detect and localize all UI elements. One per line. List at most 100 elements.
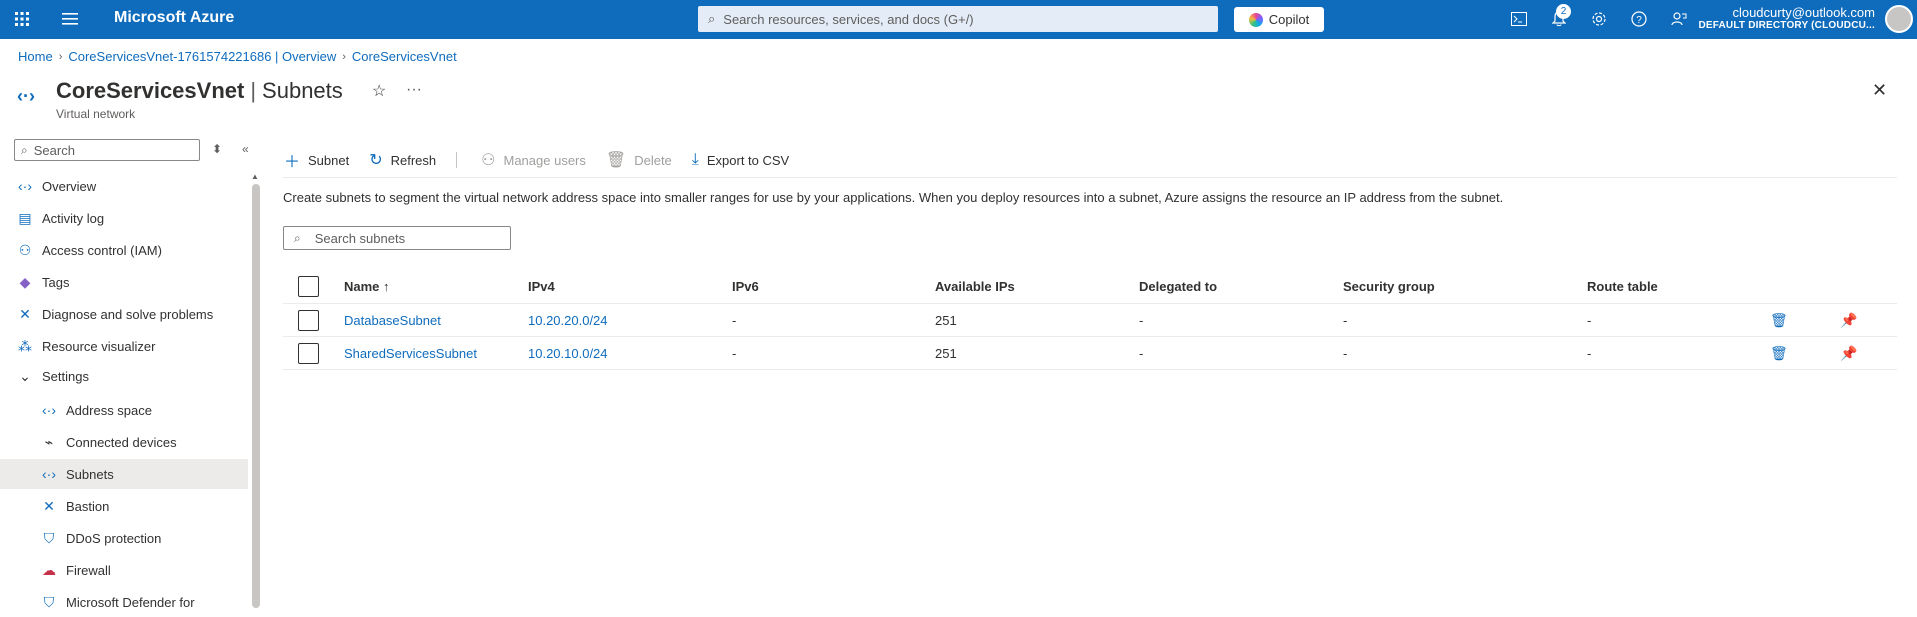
row-checkbox-cell — [298, 337, 319, 369]
sidebar-item-label: Microsoft Defender for — [66, 594, 195, 610]
scroll-up-icon[interactable]: ▲ — [251, 172, 259, 181]
sidebar-item-label: Firewall — [66, 562, 111, 578]
pin-icon[interactable]: 📌 — [1840, 337, 1857, 369]
sidebar-item-bastion[interactable]: ✕ Bastion — [0, 491, 248, 521]
settings-gear-icon[interactable] — [1587, 7, 1611, 31]
pin-icon[interactable]: 📌 — [1840, 304, 1857, 336]
table-row[interactable]: SharedServicesSubnet 10.20.10.0/24 - 251… — [283, 337, 1897, 370]
account-menu[interactable]: cloudcurty@outlook.com DEFAULT DIRECTORY… — [1698, 5, 1875, 31]
sidebar-item-subnets[interactable]: ‹·› Subnets — [0, 459, 248, 489]
sidebar-item-label: Overview — [42, 178, 97, 194]
subnet-search-placeholder: Search subnets — [314, 230, 406, 246]
sidebar-item-label: Resource visualizer — [42, 338, 156, 354]
refresh-button[interactable]: ↻ Refresh — [369, 150, 436, 170]
manage-users-label: Manage users — [503, 152, 586, 168]
ipv6-value: - — [732, 345, 737, 361]
sidebar-item-defender[interactable]: ⛉ Microsoft Defender for — [0, 587, 248, 617]
sidebar-item-iam[interactable]: ⚇ Access control (IAM) — [0, 235, 248, 265]
sidebar-item-label: Diagnose and solve problems — [42, 306, 214, 322]
menu-icon[interactable] — [58, 7, 82, 31]
row-checkbox[interactable] — [298, 342, 319, 364]
column-header-ipv6[interactable]: IPv6 — [732, 270, 759, 303]
subnet-name-link[interactable]: DatabaseSubnet — [344, 304, 441, 336]
brand-title[interactable]: Microsoft Azure — [114, 9, 234, 27]
sidebar-search-input[interactable]: ⌕ Search — [14, 139, 200, 161]
delete-row-icon[interactable]: 🗑 — [1770, 337, 1788, 369]
sidebar-scrollbar[interactable]: ▲ — [250, 172, 260, 608]
toolbar-divider — [456, 152, 458, 168]
vnet-icon: ‹·› — [42, 402, 56, 418]
sidebar-item-firewall[interactable]: ☁ Firewall — [0, 555, 248, 585]
sidebar-item-activity-log[interactable]: ▤ Activity log — [0, 203, 248, 233]
sidebar-item-tags[interactable]: ◆ Tags — [0, 267, 248, 297]
delete-button[interactable]: 🗑 Delete — [606, 150, 672, 170]
select-all-checkbox[interactable] — [298, 276, 319, 297]
search-icon: ⌕ — [294, 230, 301, 245]
column-header-name[interactable]: Name ↑ — [344, 270, 390, 303]
sidebar-item-label: DDoS protection — [66, 530, 162, 546]
route-table-value: - — [1587, 345, 1592, 361]
collapse-sidebar-icon[interactable]: « — [242, 142, 249, 156]
shield-icon: ⛉ — [43, 529, 55, 546]
breadcrumb-home[interactable]: Home — [18, 49, 53, 64]
help-icon[interactable]: ? — [1627, 7, 1651, 31]
close-icon[interactable]: ✕ — [1872, 80, 1887, 101]
visualizer-icon: ⁂ — [18, 337, 32, 354]
delete-row-icon[interactable]: 🗑 — [1770, 304, 1788, 336]
diagnose-icon: ✕ — [19, 305, 31, 322]
plug-icon: ⌁ — [44, 433, 54, 450]
sidebar-item-connected-devices[interactable]: ⌁ Connected devices — [0, 427, 248, 457]
iam-icon: ⚇ — [18, 241, 32, 258]
sidebar-item-overview[interactable]: ‹·› Overview — [0, 171, 248, 201]
app-launcher-icon[interactable] — [10, 7, 34, 31]
download-icon: ⤓ — [691, 151, 699, 168]
cloud-shell-icon[interactable] — [1507, 7, 1531, 31]
favorite-star-icon[interactable]: ☆ — [372, 81, 386, 101]
sidebar-item-resource-visualizer[interactable]: ⁂ Resource visualizer — [0, 331, 248, 361]
export-csv-button[interactable]: ⤓ Export to CSV — [692, 151, 789, 169]
manage-users-button[interactable]: ⚇ Manage users — [481, 150, 586, 170]
vnet-icon: ‹·› — [18, 178, 32, 194]
search-icon: ⌕ — [708, 11, 716, 26]
column-header-security-group[interactable]: Security group — [1343, 270, 1435, 303]
breadcrumb-overview[interactable]: CoreServicesVnet-1761574221686 | Overvie… — [68, 49, 336, 64]
row-checkbox[interactable] — [298, 309, 319, 331]
sidebar-item-address-space[interactable]: ‹·› Address space — [0, 395, 248, 425]
global-search-placeholder: Search resources, services, and docs (G+… — [723, 11, 974, 27]
activity-log-icon: ▤ — [18, 209, 32, 226]
sidebar-item-label: Address space — [66, 402, 152, 418]
add-subnet-button[interactable]: ＋ Subnet — [284, 148, 349, 172]
column-header-available-ips[interactable]: Available IPs — [935, 270, 1015, 303]
column-header-ipv4[interactable]: IPv4 — [528, 270, 555, 303]
copilot-button[interactable]: Copilot — [1234, 7, 1324, 32]
breadcrumb-vnet[interactable]: CoreServicesVnet — [352, 49, 457, 64]
toolbar-divider-line — [283, 177, 1897, 178]
scroll-thumb[interactable] — [252, 184, 260, 608]
more-options-icon[interactable]: ··· — [406, 81, 422, 99]
subnet-search-input[interactable]: ⌕ Search subnets — [283, 226, 511, 250]
global-search-input[interactable]: ⌕ Search resources, services, and docs (… — [698, 6, 1218, 32]
page-name: Subnets — [262, 78, 343, 103]
resource-type: Virtual network — [56, 107, 136, 121]
column-header-route-table[interactable]: Route table — [1587, 270, 1658, 303]
feedback-icon[interactable] — [1667, 7, 1691, 31]
sidebar-search-placeholder: Search — [33, 142, 75, 158]
resource-name: CoreServicesVnet — [56, 78, 245, 103]
subnet-name-link[interactable]: SharedServicesSubnet — [344, 337, 477, 369]
svg-text:?: ? — [1636, 15, 1642, 26]
avatar[interactable] — [1885, 5, 1913, 33]
delete-label: Delete — [634, 152, 672, 168]
column-header-delegated-to[interactable]: Delegated to — [1139, 270, 1217, 303]
sidebar-item-diagnose[interactable]: ✕ Diagnose and solve problems — [0, 299, 248, 329]
breadcrumb: Home › CoreServicesVnet-1761574221686 | … — [18, 49, 457, 64]
expand-collapse-icon[interactable]: ⬍ — [212, 142, 222, 156]
sidebar-item-label: Subnets — [66, 466, 114, 482]
delegated-value: - — [1139, 345, 1144, 361]
title-separator: | — [250, 78, 257, 103]
table-row[interactable]: DatabaseSubnet 10.20.20.0/24 - 251 - - -… — [283, 304, 1897, 337]
sidebar-item-label: Settings — [42, 368, 89, 384]
sidebar-item-ddos[interactable]: ⛉ DDoS protection — [0, 523, 248, 553]
ipv4-link[interactable]: 10.20.10.0/24 — [528, 337, 608, 369]
ipv4-link[interactable]: 10.20.20.0/24 — [528, 304, 608, 336]
sidebar-group-settings[interactable]: ⌄ Settings — [0, 361, 248, 391]
